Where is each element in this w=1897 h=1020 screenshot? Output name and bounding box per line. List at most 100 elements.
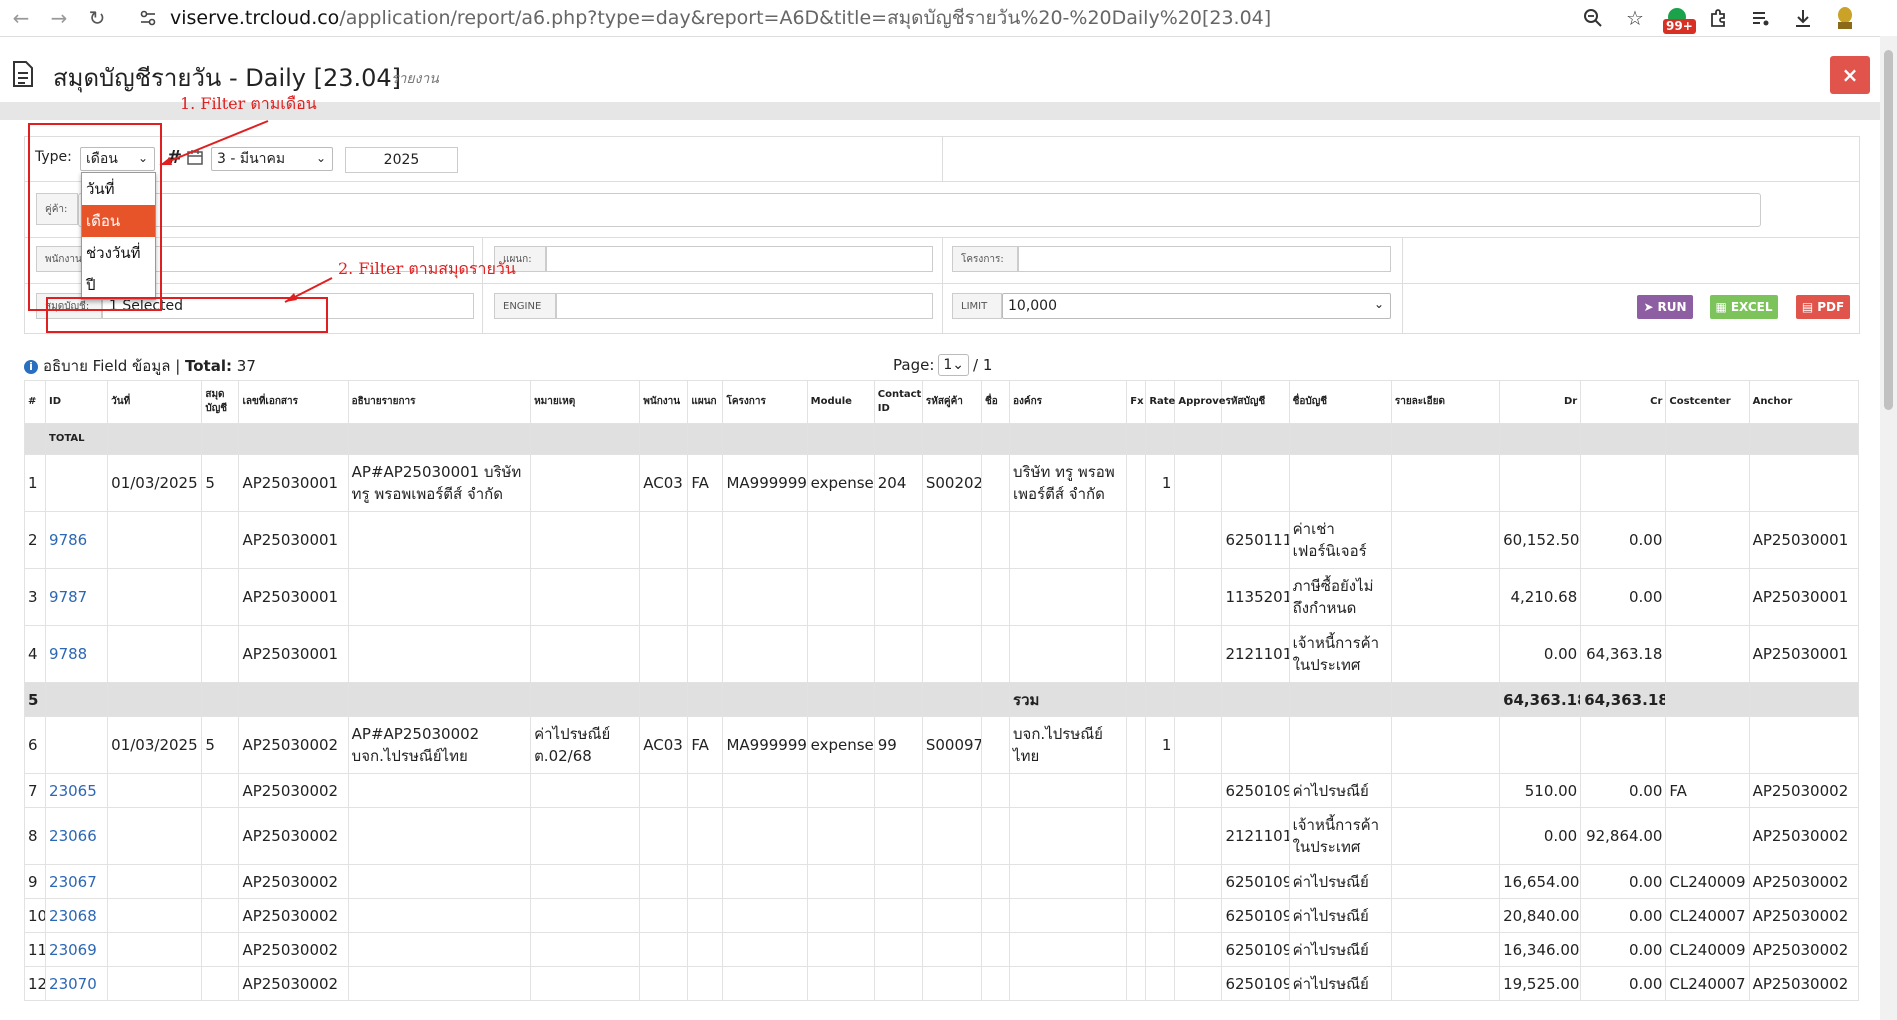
table-cell [1288, 682, 1392, 717]
explain-fields-link[interactable]: อธิบาย Field ข้อมูล [43, 357, 170, 375]
table-cell [1390, 625, 1501, 683]
table-cell: 2121101 [1221, 625, 1290, 683]
column-header: หมายเหตุ [530, 380, 641, 424]
table-cell [806, 423, 875, 455]
column-header: รหัสคู่ค้า [921, 380, 982, 424]
table-cell [873, 773, 923, 808]
column-header: Cr [1580, 380, 1667, 424]
table-cell: 204 [873, 454, 923, 512]
table-cell: 5 [23, 682, 47, 717]
table-row: 7 23065 AP25030002 6250109 ค่าไปรษณีย์ 510.00… [23, 773, 1860, 808]
pdf-file-icon: ▤ [1801, 300, 1814, 314]
transaction-id-link[interactable]: 23067 [49, 873, 97, 891]
table-cell [1009, 511, 1128, 569]
back-arrow-icon[interactable]: ← [4, 1, 38, 35]
transaction-id-link[interactable]: 9787 [49, 588, 87, 606]
table-cell [639, 932, 689, 967]
table-cell: 64,363.18 [1580, 682, 1667, 717]
table-cell [873, 966, 923, 1001]
table-cell [1580, 716, 1667, 774]
excel-button[interactable]: ▦ EXCEL [1710, 295, 1778, 319]
transaction-id-link[interactable]: 23065 [49, 782, 97, 800]
table-cell [1390, 682, 1501, 717]
table-cell [1390, 568, 1501, 626]
extension-notify-icon[interactable]: 99+ [1663, 6, 1696, 34]
table-cell: 60,152.50 [1499, 511, 1582, 569]
table-cell: 5 [201, 454, 240, 512]
chevron-down-icon: ⌄ [1373, 297, 1384, 311]
table-cell [1145, 807, 1176, 865]
forward-arrow-icon[interactable]: → [42, 1, 76, 35]
table-cell [873, 511, 923, 569]
table-cell: AP25030001 [238, 511, 349, 569]
table-cell: บริษัท ทรู พรอพ เพอร์ตีส์ จำกัด [1009, 454, 1128, 512]
table-cell: 23070 [45, 966, 109, 1001]
table-cell [107, 898, 203, 933]
zoom-icon[interactable] [1581, 6, 1605, 30]
run-button[interactable]: ➤ RUN [1637, 295, 1693, 319]
table-cell [1390, 773, 1501, 808]
info-icon[interactable]: i [24, 360, 38, 374]
table-row: 3 9787 AP25030001 1135201 ภาษีซื้อยังไม่ถึงก… [23, 568, 1860, 626]
table-cell: AP25030002 [1748, 773, 1860, 808]
extensions-puzzle-icon[interactable] [1707, 6, 1731, 30]
table-cell: AP25030002 [238, 932, 349, 967]
page-select[interactable]: 1 ⌄ [938, 354, 970, 376]
download-icon[interactable] [1791, 6, 1815, 30]
project-input[interactable] [1018, 246, 1391, 272]
table-cell [687, 932, 724, 967]
address-bar[interactable]: viserve.trcloud.co/application/report/a6… [138, 1, 1271, 35]
table-cell [921, 932, 982, 967]
transaction-id-link[interactable]: 23069 [49, 941, 97, 959]
customer-input[interactable] [78, 193, 1761, 227]
table-cell [806, 568, 875, 626]
table-cell: 16,346.00 [1499, 932, 1582, 967]
transaction-id-link[interactable]: 23070 [49, 975, 97, 993]
site-settings-icon[interactable] [138, 8, 158, 28]
transaction-id-link[interactable]: 9788 [49, 645, 87, 663]
table-cell [1126, 864, 1147, 899]
table-cell: 19,525.00 [1499, 966, 1582, 1001]
transaction-id-link[interactable]: 23068 [49, 907, 97, 925]
year-input[interactable]: 2025 [345, 147, 458, 173]
engine-input[interactable] [556, 293, 933, 319]
table-cell: MA999999 [722, 454, 808, 512]
annotation-box-type [28, 123, 162, 311]
table-cell [347, 682, 532, 717]
table-cell [45, 716, 109, 774]
bookmark-star-icon[interactable]: ☆ [1623, 6, 1647, 30]
table-cell: 23066 [45, 807, 109, 865]
table-cell: 6250109 [1221, 864, 1290, 899]
table-cell: AP25030002 [1748, 807, 1860, 865]
reload-icon[interactable]: ↻ [80, 1, 114, 35]
column-header: Anchor [1748, 380, 1860, 424]
table-cell: 23069 [45, 932, 109, 967]
profile-avatar-icon[interactable] [1833, 6, 1857, 30]
table-cell: เจ้าหนี้การค้าในประเทศ [1288, 625, 1392, 683]
table-cell [201, 864, 240, 899]
transaction-id-link[interactable]: 23066 [49, 827, 97, 845]
table-cell [1499, 454, 1582, 512]
transaction-id-link[interactable]: 9786 [49, 531, 87, 549]
column-header: แผนก [687, 380, 724, 424]
table-cell: FA [687, 716, 724, 774]
pdf-button[interactable]: ▤ PDF [1796, 295, 1850, 319]
table-cell [639, 807, 689, 865]
table-cell: AC03 [639, 716, 689, 774]
table-cell [1390, 864, 1501, 899]
table-cell [1145, 682, 1176, 717]
table-cell [1009, 423, 1128, 455]
table-cell: 9787 [45, 568, 109, 626]
close-button[interactable]: × [1830, 56, 1870, 94]
table-cell [921, 898, 982, 933]
calendar-icon[interactable] [187, 149, 203, 165]
table-cell: AP25030001 [1748, 625, 1860, 683]
table-cell: CL240009 [1665, 864, 1750, 899]
media-queue-icon[interactable] [1749, 6, 1773, 30]
table-cell: 6250111 [1221, 511, 1290, 569]
scrollbar-thumb[interactable] [1884, 50, 1893, 410]
limit-select[interactable]: 10,000 ⌄ [1002, 293, 1391, 319]
department-input[interactable] [546, 246, 933, 272]
table-cell [1145, 773, 1176, 808]
month-select[interactable]: 3 - มีนาคม ⌄ [211, 147, 333, 171]
